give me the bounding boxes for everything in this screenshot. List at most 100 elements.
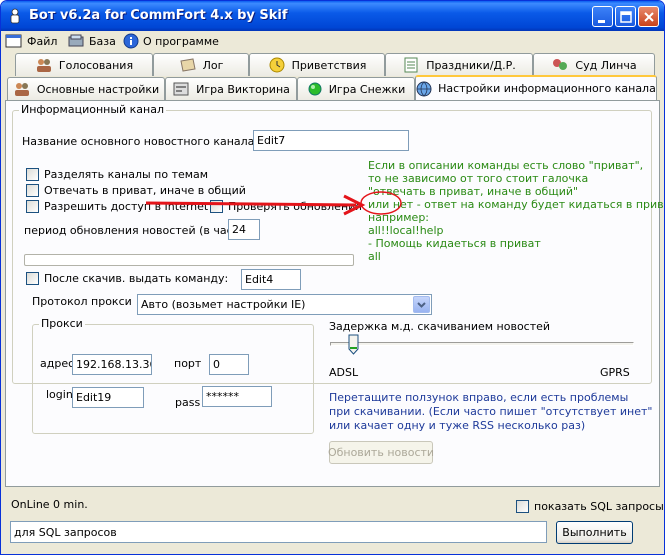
tab-log[interactable]: Лог — [153, 53, 249, 76]
help-line: например: — [368, 211, 430, 224]
command-help-text: Если в описании команды есть слово "прив… — [368, 159, 665, 263]
delay-min-label: ADSL — [329, 366, 359, 379]
delay-label: Задержка м.д. скачиванием новостей — [329, 320, 551, 333]
close-icon — [644, 12, 654, 22]
hint-line: Перетащите ползунок вправо, если есть пр… — [329, 391, 629, 404]
tab-lynch[interactable]: Суд Линча — [533, 53, 655, 76]
execute-button[interactable]: Выполнить — [556, 521, 633, 544]
menu-about[interactable]: О программе — [123, 33, 219, 49]
proxy-login-label: login — [46, 388, 73, 401]
help-line: all!!local!help — [368, 224, 444, 237]
tab-quiz[interactable]: Игра Викторина — [165, 77, 297, 100]
sql-query-input[interactable]: для SQL запросов — [10, 521, 547, 543]
proxy-protocol-label: Протокол прокси — [32, 295, 132, 308]
proxy-group-label: Прокси — [39, 317, 85, 330]
people-icon — [36, 59, 51, 72]
chevron-down-icon — [417, 302, 426, 308]
online-time-label: OnLine 0 min. — [11, 498, 88, 511]
tab-snowballs[interactable]: Игра Снежки — [297, 77, 415, 100]
proxy-pass-label: pass — [175, 396, 201, 409]
info-icon — [123, 33, 139, 49]
download-progress-bar — [24, 254, 354, 266]
hint-line: или качает одну и туже RSS несколько раз… — [329, 419, 586, 432]
menu-file-label: Файл — [27, 34, 58, 48]
proxy-protocol-value: Авто (возьмет настройки IE) — [141, 298, 306, 311]
tab-info-channel-label: Настройки информационного канала — [438, 82, 656, 95]
info-channel-group-label: Информационный канал — [19, 103, 167, 116]
minimize-icon — [598, 20, 605, 23]
main-channel-label: Название основного новостного канала — [22, 135, 255, 148]
proxy-pass-input[interactable]: ****** — [202, 386, 272, 407]
tab-log-label: Лог — [202, 58, 224, 72]
help-line: Если в описании команды есть слово "прив… — [368, 159, 644, 172]
notepad-icon — [404, 57, 418, 73]
delay-max-label: GPRS — [600, 366, 630, 379]
menu-file[interactable]: Файл — [5, 33, 57, 49]
menu-about-label: О программе — [143, 34, 219, 48]
after-download-command-input[interactable]: Edit4 — [241, 269, 301, 290]
tab-greetings[interactable]: Приветствия — [249, 53, 385, 76]
delay-slider-thumb[interactable] — [348, 334, 359, 355]
hint-line: при скачивании. (Если часто пишет "отсут… — [329, 405, 653, 418]
close-button[interactable] — [638, 6, 659, 27]
window-title: Бот v6.2a for CommFort 4.x by Skif — [29, 8, 288, 23]
maximize-button[interactable] — [615, 6, 636, 27]
proxy-port-input[interactable]: 0 — [209, 354, 249, 375]
help-line: "отвечать в приват, иначе в общий" — [368, 185, 579, 198]
app-icon — [10, 8, 20, 24]
after-download-label: После скачив. выдать команду: — [44, 272, 229, 285]
help-line: или нет - ответ на команду будет кидатьс… — [368, 198, 665, 211]
menu-bar: Файл База О программе — [1, 31, 664, 51]
gavel-icon — [553, 59, 568, 70]
tab-info-channel[interactable]: Настройки информационного канала — [415, 75, 657, 100]
split-channels-label: Разделять каналы по темам — [44, 168, 209, 181]
delay-hint-text: Перетащите ползунок вправо, если есть пр… — [329, 391, 652, 433]
after-download-checkbox[interactable] — [26, 272, 39, 285]
tab-row-top: Голосования Лог Приветствия Праздники/Д.… — [5, 53, 660, 76]
proxy-group: Прокси — [32, 317, 314, 434]
dropdown-button[interactable] — [413, 296, 430, 313]
update-news-button[interactable]: Обновить новости — [328, 441, 434, 464]
tab-holidays[interactable]: Праздники/Д.Р. — [385, 53, 533, 76]
maximize-icon — [620, 11, 632, 23]
tab-greetings-label: Приветствия — [291, 58, 367, 72]
main-channel-input[interactable]: Edit7 — [253, 130, 409, 151]
proxy-address-label: адрес — [40, 357, 75, 370]
annotation-arrow-icon — [145, 191, 402, 216]
minimize-button[interactable] — [592, 6, 613, 27]
help-line: - Помощь кидаеться в приват — [368, 237, 541, 250]
proxy-login-input[interactable]: Edit19 — [72, 387, 144, 408]
proxy-address-input[interactable]: 192.168.13.36 — [72, 354, 152, 375]
tab-main-settings[interactable]: Основные настройки — [7, 77, 165, 100]
tab-votes-label: Голосования — [58, 58, 134, 72]
tab-holidays-label: Праздники/Д.Р. — [426, 58, 516, 72]
menu-db-label: База — [89, 34, 116, 48]
split-channels-checkbox[interactable] — [26, 168, 39, 181]
menu-db[interactable]: База — [67, 33, 116, 49]
tab-panel: Информационный канал Название основного … — [5, 100, 664, 487]
reply-private-checkbox[interactable] — [26, 184, 39, 197]
title-bar[interactable]: Бот v6.2a for CommFort 4.x by Skif — [1, 1, 664, 31]
tab-row-bottom: Основные настройки Игра Викторина Игра С… — [5, 75, 660, 100]
app-window: Бот v6.2a for CommFort 4.x by Skif Файл … — [0, 0, 665, 555]
show-sql-checkbox[interactable] — [516, 500, 529, 513]
green-ball-icon — [308, 82, 322, 96]
tab-quiz-label: Игра Викторина — [196, 82, 290, 96]
help-line: то не зависимо от того стоит галочка — [368, 172, 589, 185]
quiz-icon — [173, 82, 189, 96]
globe-icon — [416, 81, 432, 96]
tab-snowballs-label: Игра Снежки — [328, 82, 406, 96]
tab-main-settings-label: Основные настройки — [36, 82, 160, 96]
clock-icon — [269, 57, 285, 73]
tab-votes[interactable]: Голосования — [15, 53, 153, 76]
proxy-port-label: порт — [174, 357, 202, 370]
internet-access-checkbox[interactable] — [26, 200, 39, 213]
show-sql-label: показать SQL запросы — [534, 500, 664, 513]
database-icon — [68, 34, 84, 47]
tab-lynch-label: Суд Линча — [575, 58, 637, 72]
delay-track[interactable] — [330, 342, 634, 346]
proxy-protocol-select[interactable]: Авто (возьмет настройки IE) — [137, 294, 432, 315]
window-icon — [5, 34, 22, 48]
users-icon — [14, 83, 29, 96]
log-icon — [180, 58, 196, 72]
